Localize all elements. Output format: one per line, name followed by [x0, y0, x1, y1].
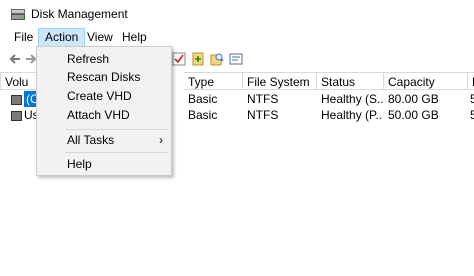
menu-item-help[interactable]: Help	[37, 155, 171, 173]
menu-item-create-vhd[interactable]: Create VHD	[37, 87, 171, 105]
back-arrow-icon[interactable]	[8, 52, 22, 66]
menu-view[interactable]: View	[81, 28, 119, 47]
window-title: Disk Management	[31, 7, 128, 21]
menu-item-all-tasks[interactable]: All Tasks ›	[37, 131, 171, 149]
free-space-cell: 5	[470, 108, 474, 122]
menu-bar: File Action View Help	[0, 28, 474, 48]
menu-separator	[65, 129, 169, 130]
menu-file[interactable]: File	[8, 28, 39, 47]
file-system-cell: NTFS	[247, 108, 279, 122]
column-header-capacity[interactable]: Capacity	[384, 72, 468, 90]
menu-item-rescan-disks[interactable]: Rescan Disks	[37, 68, 171, 86]
submenu-arrow-icon: ›	[159, 133, 163, 147]
drive-icon	[11, 111, 22, 121]
file-system-cell: NTFS	[247, 92, 279, 106]
menu-item-label: All Tasks	[67, 133, 115, 147]
column-header-file-system[interactable]: File System	[243, 72, 317, 90]
menu-separator	[65, 152, 169, 153]
disk-management-icon	[11, 9, 25, 20]
menu-help[interactable]: Help	[116, 28, 153, 47]
menu-item-label: Rescan Disks	[67, 70, 141, 84]
type-cell: Basic	[188, 108, 218, 122]
title-bar: Disk Management	[0, 0, 474, 28]
menu-action[interactable]: Action	[38, 28, 86, 47]
new-folder-icon[interactable]	[191, 52, 205, 66]
menu-item-label: Help	[67, 157, 92, 171]
action-menu-dropdown: Refresh Rescan Disks Create VHD Attach V…	[36, 46, 172, 176]
column-header-type[interactable]: Type	[184, 72, 243, 90]
column-header-status[interactable]: Status	[317, 72, 384, 90]
menu-item-attach-vhd[interactable]: Attach VHD	[37, 106, 171, 124]
column-header-free[interactable]: F	[468, 72, 474, 90]
menu-item-label: Create VHD	[67, 89, 132, 103]
free-space-cell: 5	[470, 92, 474, 106]
checklist-icon[interactable]	[172, 52, 186, 66]
menu-item-label: Attach VHD	[67, 108, 130, 122]
menu-item-label: Refresh	[67, 52, 110, 66]
capacity-cell: 50.00 GB	[388, 108, 439, 122]
capacity-cell: 80.00 GB	[388, 92, 439, 106]
search-folder-icon[interactable]	[210, 52, 224, 66]
drive-icon	[11, 95, 22, 105]
type-cell: Basic	[188, 92, 218, 106]
status-cell: Healthy (S...	[321, 92, 383, 106]
status-cell: Healthy (P...	[321, 108, 383, 122]
menu-item-refresh[interactable]: Refresh	[37, 50, 171, 68]
properties-icon[interactable]	[229, 52, 243, 66]
